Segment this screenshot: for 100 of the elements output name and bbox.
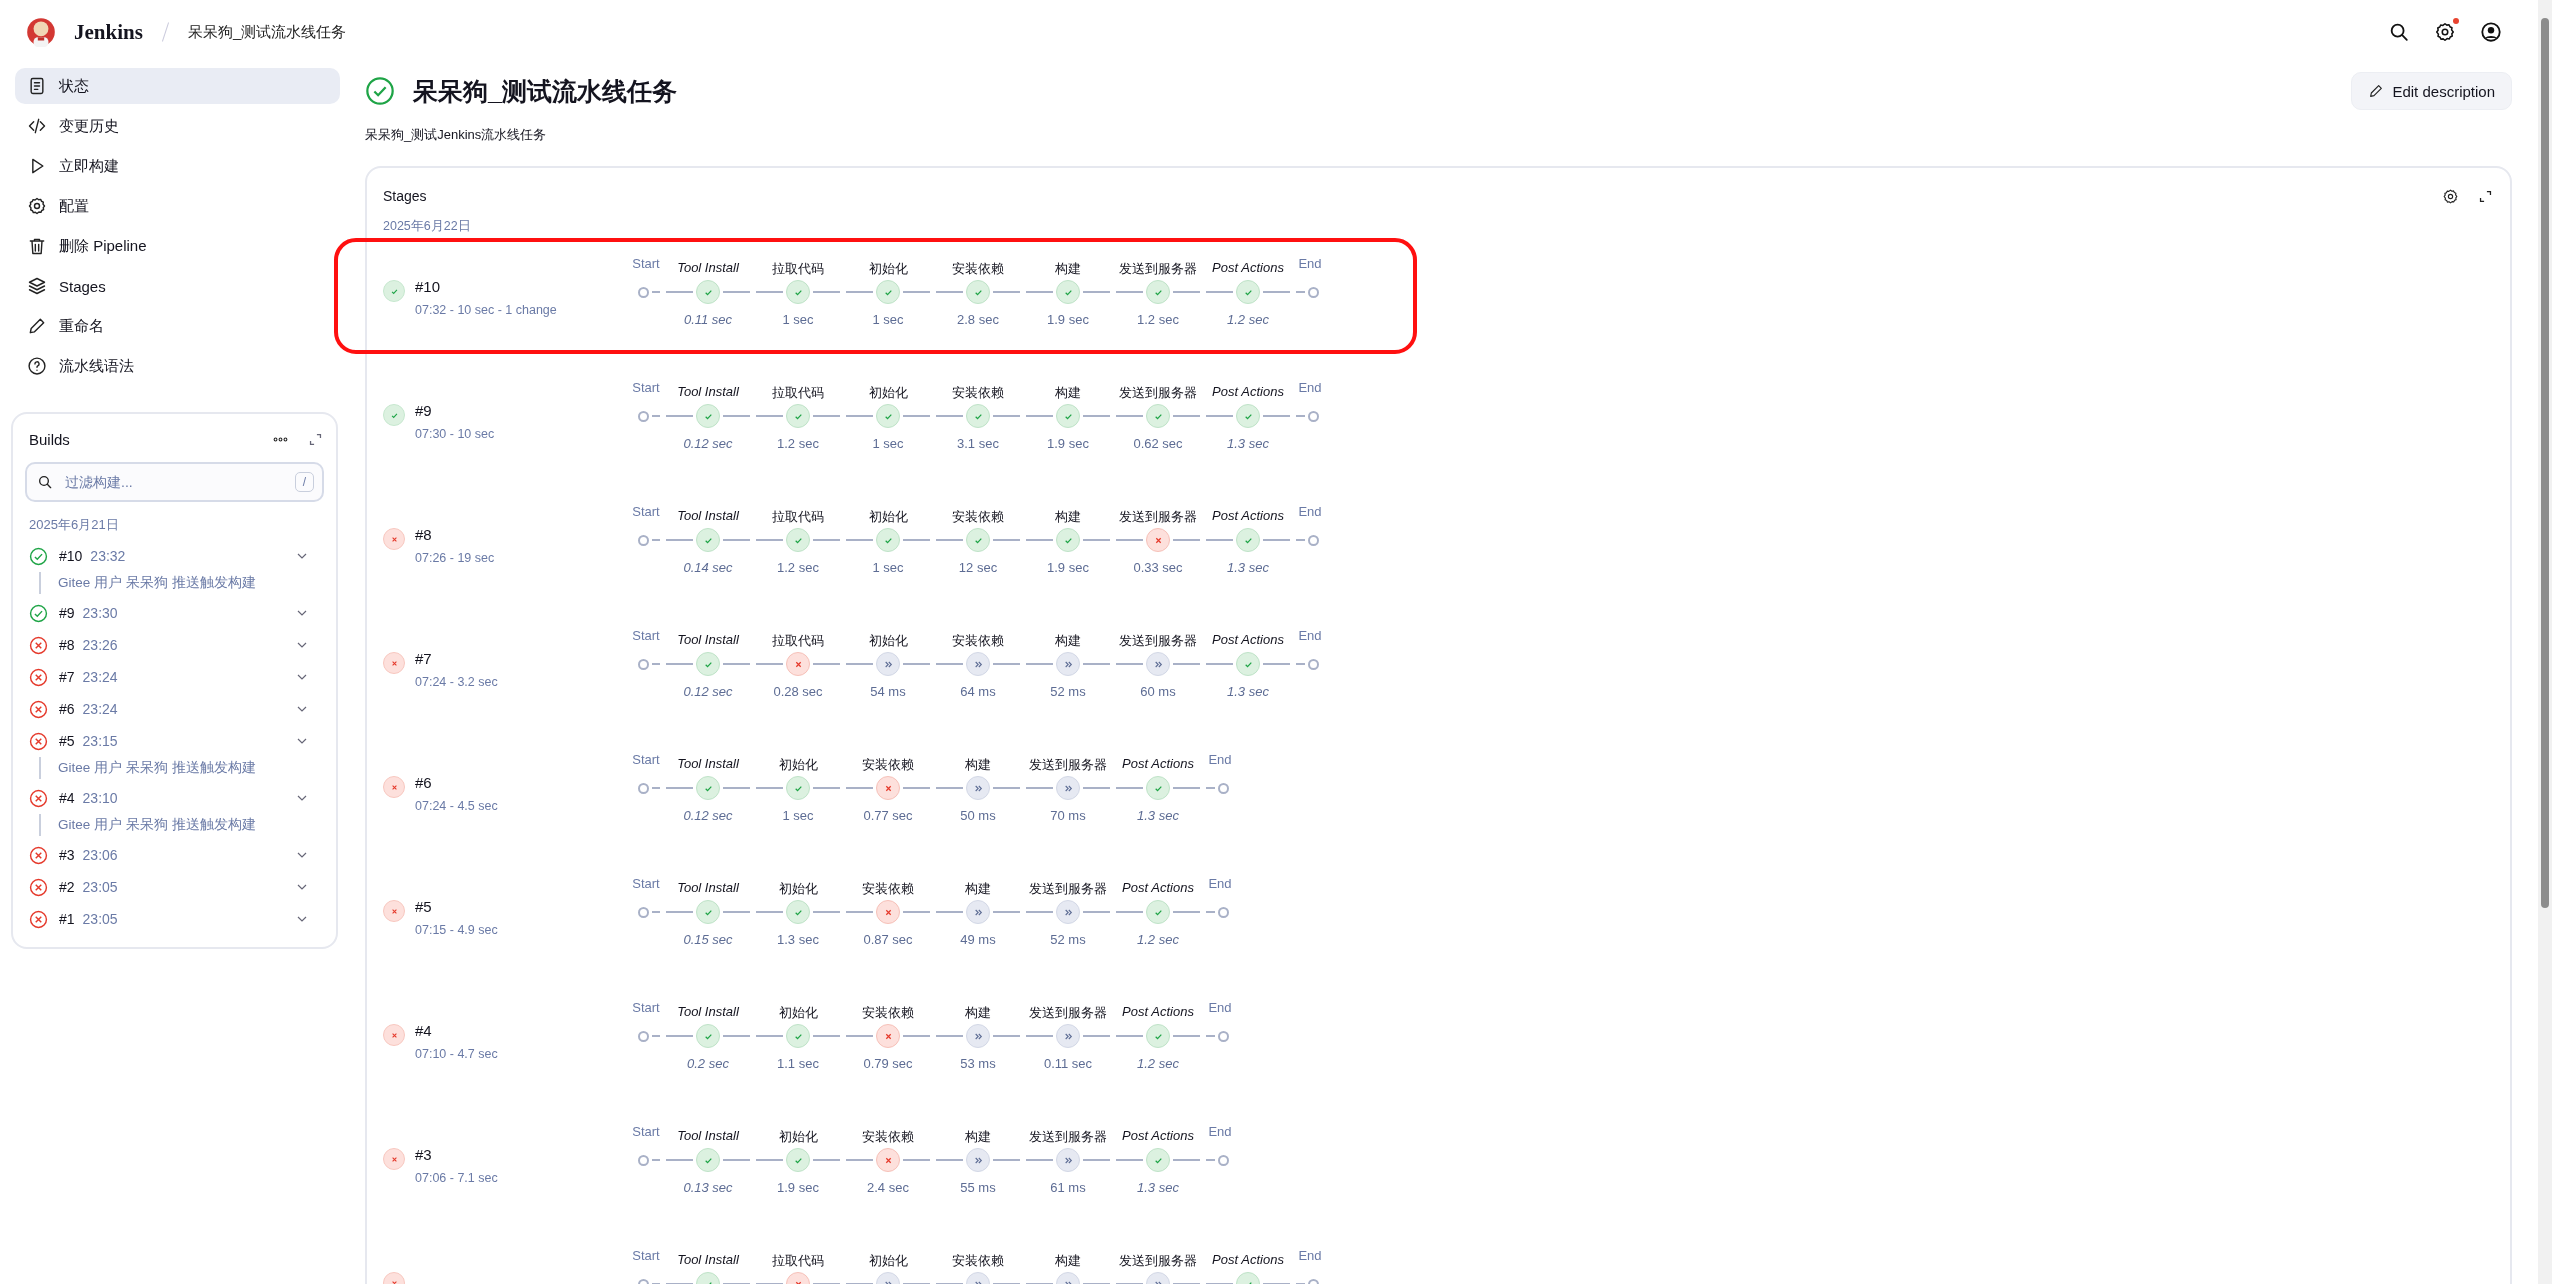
run-link[interactable]: #6 xyxy=(415,774,498,791)
stage-name: 安装依赖 xyxy=(862,1128,914,1146)
build-link[interactable]: #4 xyxy=(59,790,75,806)
stage-name: 拉取代码 xyxy=(772,508,824,526)
end-label: End xyxy=(1208,1000,1232,1017)
sidebar-item[interactable]: 变更历史 xyxy=(15,108,340,144)
stage-name: Post Actions xyxy=(1212,260,1284,277)
run-link[interactable]: #5 xyxy=(415,898,498,915)
stage-name: 发送到服务器 xyxy=(1119,508,1197,526)
stage-name: 初始化 xyxy=(868,1252,908,1270)
stage-name: 初始化 xyxy=(868,384,908,402)
stage-name: 安装依赖 xyxy=(862,880,914,898)
build-time: 23:06 xyxy=(82,847,119,863)
stage-name: 初始化 xyxy=(778,1004,818,1022)
stage-duration: 2.4 sec xyxy=(867,1180,909,1195)
stage-name: Tool Install xyxy=(677,632,739,649)
stage-name: Post Actions xyxy=(1212,1252,1284,1269)
build-link[interactable]: #3 xyxy=(59,847,75,863)
stage-name: 构建 xyxy=(1055,1252,1081,1270)
stage-duration: 1 sec xyxy=(872,436,904,451)
run-link[interactable]: #4 xyxy=(415,1022,498,1039)
build-time: 23:15 xyxy=(82,733,119,749)
breadcrumb-link[interactable]: 呆呆狗_测试流水线任务 xyxy=(187,22,347,42)
build-link[interactable]: #8 xyxy=(59,637,75,653)
stage-duration: 1.2 sec xyxy=(777,436,819,451)
edit-description-button[interactable]: Edit description xyxy=(2351,72,2512,110)
stage-duration: 1 sec xyxy=(872,560,904,575)
build-cause: Gitee 用户 呆呆狗 推送触发构建 xyxy=(58,759,256,777)
stage-duration: 0.28 sec xyxy=(773,684,823,699)
stage-name: 安装依赖 xyxy=(952,632,1004,650)
stage-duration: 0.79 sec xyxy=(863,1056,913,1071)
stage-name: 初始化 xyxy=(778,756,818,774)
stage-name: 发送到服务器 xyxy=(1029,1004,1107,1022)
stage-name: Post Actions xyxy=(1122,756,1194,773)
stage-name: Tool Install xyxy=(677,880,739,897)
stage-name: 构建 xyxy=(1055,260,1081,278)
run-summary: 07:15 - 4.9 sec xyxy=(415,923,498,937)
stage-name: 安装依赖 xyxy=(862,1004,914,1022)
sidebar-item[interactable]: 立即构建 xyxy=(15,148,340,184)
stage-name: 发送到服务器 xyxy=(1029,880,1107,898)
stage-name: 构建 xyxy=(1055,384,1081,402)
stage-duration: 1.3 sec xyxy=(777,932,819,947)
sidebar-item[interactable]: 流水线语法 xyxy=(15,348,340,384)
build-time: 23:32 xyxy=(90,548,127,564)
stage-name: 拉取代码 xyxy=(772,632,824,650)
run-link[interactable]: #7 xyxy=(415,650,498,667)
stage-name: 初始化 xyxy=(778,880,818,898)
stage-duration: 55 ms xyxy=(960,1180,996,1195)
stage-name: 构建 xyxy=(1055,508,1081,526)
start-label: Start xyxy=(632,256,660,273)
sidebar-item[interactable]: 删除 Pipeline xyxy=(15,228,340,264)
stage-name: Tool Install xyxy=(677,1004,739,1021)
build-time: 23:24 xyxy=(82,701,119,717)
stage-duration: 0.11 sec xyxy=(683,312,733,327)
sidebar-item[interactable]: 配置 xyxy=(15,188,340,224)
builds-date: 2025年6月21日 xyxy=(29,516,120,534)
run-link[interactable]: #3 xyxy=(415,1146,498,1163)
stage-duration: 0.62 sec xyxy=(1133,436,1183,451)
stage-duration: 1.3 sec xyxy=(1227,684,1269,699)
stage-duration: 50 ms xyxy=(960,808,996,823)
filter-field[interactable]: 过滤构建... / xyxy=(25,462,324,502)
builds-title: Builds xyxy=(29,430,70,448)
stage-name: 初始化 xyxy=(868,632,908,650)
stage-name: 构建 xyxy=(965,1128,991,1146)
build-time: 23:30 xyxy=(82,605,119,621)
stage-duration: 1.9 sec xyxy=(1047,560,1089,575)
build-link[interactable]: #2 xyxy=(59,879,75,895)
stage-name: 发送到服务器 xyxy=(1119,260,1197,278)
stage-name: 拉取代码 xyxy=(772,384,824,402)
stage-duration: 0.11 sec xyxy=(1043,1056,1093,1071)
stage-name: 安装依赖 xyxy=(952,260,1004,278)
sidebar-item[interactable]: Stages xyxy=(15,268,340,304)
build-link[interactable]: #1 xyxy=(59,911,75,927)
stage-duration: 0.87 sec xyxy=(863,932,913,947)
build-link[interactable]: #9 xyxy=(59,605,75,621)
filter-input[interactable]: 过滤构建... xyxy=(63,473,285,491)
stage-duration: 1.9 sec xyxy=(1047,436,1089,451)
stage-name: Tool Install xyxy=(677,756,739,773)
build-link[interactable]: #10 xyxy=(59,548,83,564)
end-label: End xyxy=(1208,876,1232,893)
sidebar-item[interactable]: 状态 xyxy=(15,68,340,104)
build-time: 23:05 xyxy=(82,879,119,895)
stage-duration: 0.15 sec xyxy=(683,932,733,947)
build-link[interactable]: #6 xyxy=(59,701,75,717)
run-link[interactable]: #9 xyxy=(415,402,495,419)
stage-name: Post Actions xyxy=(1212,384,1284,401)
logo-text[interactable]: Jenkins xyxy=(74,19,143,45)
stage-duration: 60 ms xyxy=(1140,684,1176,699)
start-label: Start xyxy=(632,1248,660,1265)
end-label: End xyxy=(1298,380,1322,397)
build-link[interactable]: #7 xyxy=(59,669,75,685)
stage-duration: 52 ms xyxy=(1050,932,1086,947)
build-link[interactable]: #5 xyxy=(59,733,75,749)
stage-name: 构建 xyxy=(965,756,991,774)
stage-duration: 0.77 sec xyxy=(863,808,913,823)
start-label: Start xyxy=(632,504,660,521)
run-link[interactable]: #8 xyxy=(415,526,495,543)
stage-name: 拉取代码 xyxy=(772,1252,824,1270)
run-link[interactable]: #10 xyxy=(415,278,557,295)
sidebar-item[interactable]: 重命名 xyxy=(15,308,340,344)
